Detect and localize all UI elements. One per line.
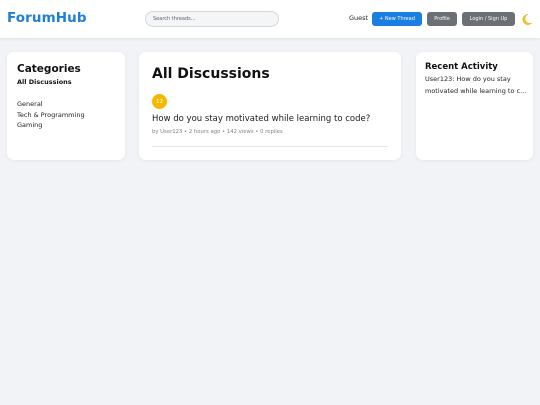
profile-button[interactable]: Profile (427, 12, 457, 26)
site-logo[interactable]: ForumHub (7, 10, 87, 26)
moon-icon (522, 13, 532, 25)
theme-toggle-button[interactable] (519, 12, 533, 26)
activity-item[interactable]: User123: How do you stay motivated while… (425, 74, 527, 97)
category-item-all-discussions[interactable]: All Discussions (17, 78, 72, 86)
thread-divider (152, 146, 388, 147)
categories-panel: Categories All Discussions General Tech … (7, 52, 125, 160)
new-thread-button[interactable]: + New Thread (372, 12, 422, 26)
login-signup-button[interactable]: Login / Sign Up (462, 12, 515, 26)
recent-activity-heading: Recent Activity (425, 62, 498, 72)
page-title: All Discussions (152, 66, 270, 82)
thread-meta: by User123 • 2 hours ago • 142 views • 0… (152, 129, 283, 135)
category-item-general[interactable]: General (17, 99, 85, 110)
thread-title-link[interactable]: How do you stay motivated while learning… (152, 114, 370, 124)
thread-vote-badge[interactable]: 12 (152, 94, 167, 109)
category-list: General Tech & Programming Gaming (17, 99, 85, 131)
top-navbar: ForumHub Guest + New Thread Profile Logi… (0, 0, 540, 38)
search-input[interactable] (145, 11, 279, 27)
recent-activity-panel: Recent Activity User123: How do you stay… (416, 52, 533, 160)
user-status-label: Guest (349, 14, 369, 22)
category-item-gaming[interactable]: Gaming (17, 120, 85, 131)
discussions-panel: All Discussions 12 How do you stay motiv… (139, 52, 401, 160)
categories-heading: Categories (17, 63, 81, 75)
category-item-tech-programming[interactable]: Tech & Programming (17, 110, 85, 121)
